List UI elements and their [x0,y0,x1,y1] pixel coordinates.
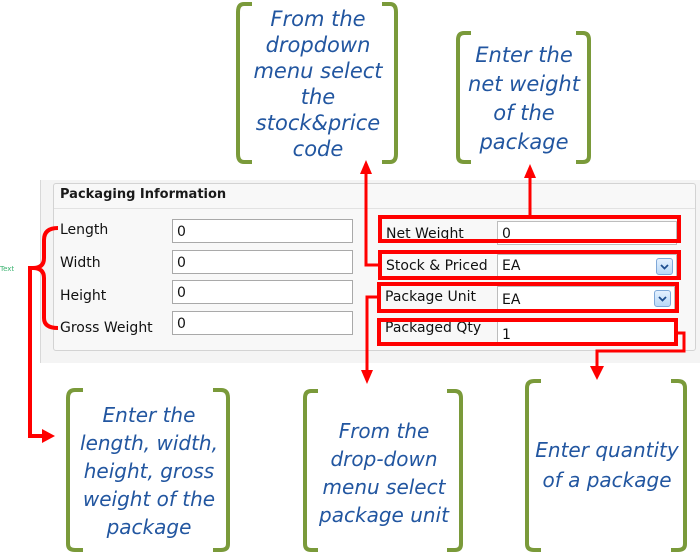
callout-line: height, gross [83,459,215,483]
callout-line: of a package [542,468,672,492]
callout-line: From the [338,419,430,443]
callout-line: From the [270,7,366,31]
stock-price-callout: From the dropdown menu select the stock&… [246,4,390,164]
curly-brace [32,226,59,330]
net-weight-arrowhead [524,164,536,178]
callout-line: length, width, [80,431,218,455]
package-unit-arrowhead [361,370,373,384]
net-weight-callout: Enter the net weight of the package [462,36,586,162]
callout-line: dropdown [265,33,371,57]
callout-line: package unit [319,503,449,527]
callout-line: drop-down [330,447,438,471]
dimensions-callout: Enter the length, width, height, gross w… [72,396,226,546]
callout-line: Enter quantity [535,438,679,462]
callout-line: stock&price [255,111,381,135]
callout-line: menu select [253,59,383,83]
package-unit-callout: From the drop-down menu select package u… [309,410,459,536]
callout-line: weight of the [82,487,216,511]
callout-line: net weight [468,72,580,96]
callout-line: of the [493,101,555,125]
callout-line: Enter the [475,43,573,67]
callout-line: package [106,515,192,539]
callout-line: package [479,130,569,154]
package-unit-arrow-line [365,295,377,370]
quantity-callout: Enter quantity of a package [531,420,683,510]
dimensions-arrow-line [28,266,44,438]
callout-line: Enter the [102,403,196,427]
quantity-arrowhead [590,366,604,380]
callout-line: the [300,85,336,109]
callout-line: code [292,137,344,161]
quantity-arrow-line [595,331,686,368]
callout-line: menu select [322,475,446,499]
stock-priced-arrow-line [364,172,378,267]
dimensions-arrowhead [42,429,55,443]
